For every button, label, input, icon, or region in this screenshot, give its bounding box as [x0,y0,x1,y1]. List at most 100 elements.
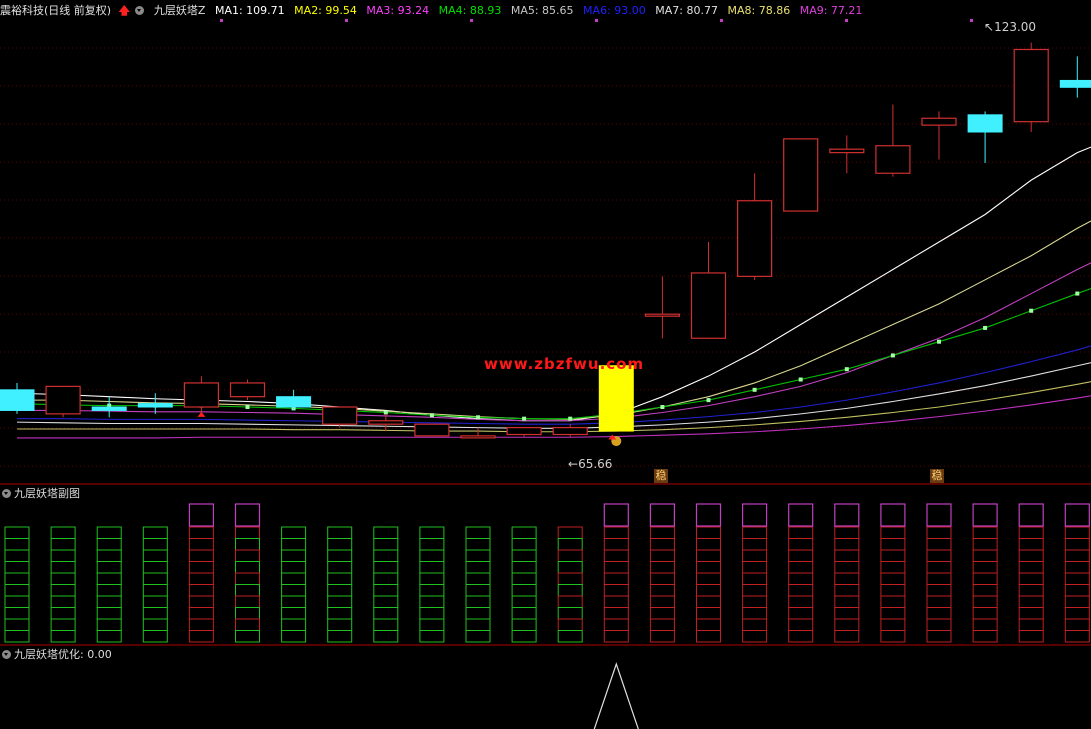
sub1-cell [972,549,998,562]
sub1-cell [419,526,445,539]
sub1-cell [235,607,260,620]
candle-body-up [875,145,911,174]
sub1-cell [788,595,814,608]
sub1-cell [188,584,214,597]
sub1-cell [4,618,30,631]
sub1-cell [96,607,122,620]
sub1-cell [603,618,629,631]
sub1-cell [142,618,168,631]
ma3-label: MA3: 93.24 [366,4,430,17]
pointer-icon: ↖ [984,20,995,34]
sub1-cell [972,526,998,539]
sub1-cell [742,572,768,585]
sub1-cell [188,538,214,551]
sub1-cell [1064,584,1090,597]
sub1-cell [142,595,168,608]
ma4-dot [522,416,527,421]
ma4-dot [1075,291,1080,296]
low-value: 65.66 [578,457,613,471]
sub1-cell [50,595,76,608]
sub1-cell [696,618,721,631]
sub1-top-cell [741,503,768,527]
ma7-label: MA7: 80.77 [655,4,718,17]
high-price-label: ↖123.00 [984,20,1036,34]
sub1-cell [419,595,445,608]
sub1-cell [926,549,952,562]
sub1-cell [419,607,445,620]
sub1-cell [142,526,168,539]
stock-name[interactable]: 震裕科技(日线 前复权) [0,4,111,17]
sub1-cell [926,561,952,574]
sub1-cell [281,618,307,631]
sub1-cell [972,618,998,631]
sub1-cell [1064,630,1090,643]
sub1-top-cell [1064,503,1090,527]
candle-body-up [229,382,266,398]
sub1-cell [142,584,168,597]
sub1-cell [419,584,445,597]
sub1-cell [649,538,675,551]
ma-line-ma2 [17,220,1091,420]
ma4-dot [844,367,849,372]
sub1-cell [880,618,906,631]
sub1-cell [742,526,768,539]
sub1-cell [880,572,906,585]
sub1-top-cell [972,503,998,527]
candle-body-up [690,272,727,339]
sub1-cell [1064,595,1090,608]
sub1-title[interactable]: 九层妖塔副图 [2,485,80,501]
sub1-cell [188,572,214,585]
high-value: 123.00 [994,20,1037,34]
sub1-cell [880,584,906,597]
candle-body-up [644,313,681,317]
sub1-cell [649,526,675,539]
ma2-label: MA2: 99.54 [294,4,357,17]
sub1-top-cell [649,503,676,527]
sub1-cell [96,526,122,539]
sub2-title[interactable]: 九层妖塔优化: 0.00 [2,646,112,662]
candle-body-up [183,382,219,408]
sub1-cell [926,538,952,551]
sub1-title-text: 九层妖塔副图 [14,487,80,500]
marker-wen-1: 稳 [654,469,668,483]
sub1-cell [188,561,214,574]
sub1-cell [50,584,76,597]
sub1-cell [788,607,814,620]
sub1-cell [281,584,307,597]
sub1-cell [235,618,260,631]
sub1-cell [188,549,214,562]
sub1-cell [235,538,260,551]
dropdown-icon[interactable] [2,488,11,498]
sub1-cell [465,630,491,643]
sub1-cell [1018,538,1044,551]
sub1-bars[interactable] [4,503,1091,643]
sub1-cell [142,549,168,562]
sub1-cell [235,630,260,643]
sub1-cell [465,607,491,620]
sub1-cell [972,572,998,585]
dropdown-icon[interactable] [2,649,11,659]
sub1-cell [788,584,814,597]
ma4-dot [660,405,665,409]
sub1-cell [649,595,675,608]
sub1-cell [557,630,583,643]
sub1-cell [696,526,721,539]
indicator-name[interactable]: 九层妖塔Z [154,4,206,17]
sub1-cell [511,595,537,608]
sub1-cell [50,607,76,620]
candle-body-down [91,406,127,411]
sub1-cell [1064,618,1090,631]
sub1-cell [557,595,583,608]
sub1-cell [880,526,906,539]
sub2-signal-line [593,662,639,729]
sub1-cell [1018,526,1044,539]
sub2-title-text: 九层妖塔优化 [14,648,80,661]
candle-body-highlight [598,365,634,432]
dropdown-icon[interactable] [135,5,145,15]
sub1-cell [926,526,952,539]
candle-body-up [1013,48,1049,123]
sub1-top-cell [695,503,722,527]
sub1-cell [235,595,260,608]
sub1-cell [96,630,122,643]
sub1-cell [1018,584,1044,597]
